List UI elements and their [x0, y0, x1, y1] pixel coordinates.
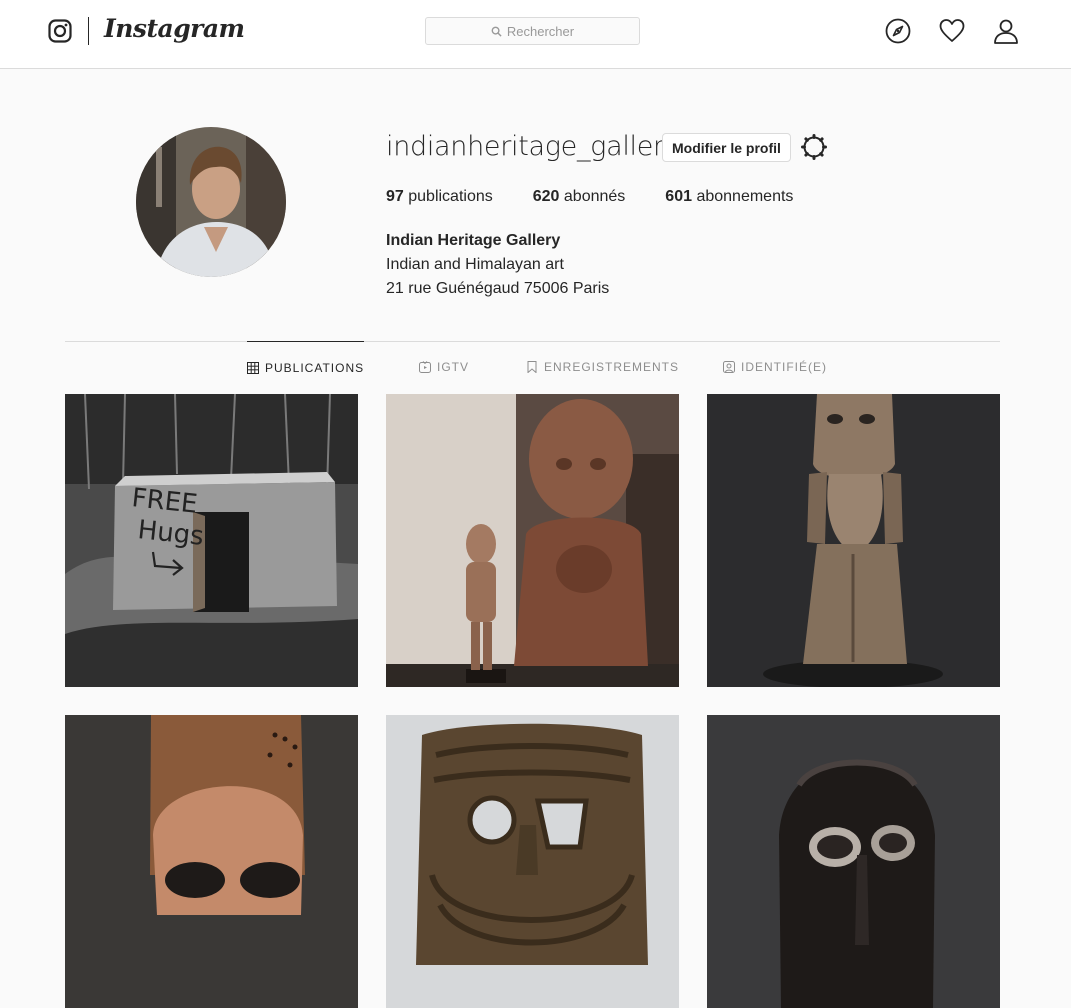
tab-saved[interactable]: ENREGISTREMENTS — [526, 341, 679, 393]
followers-link[interactable]: 620 abonnés — [533, 188, 626, 206]
profile-bio: Indian Heritage Gallery Indian and Himal… — [386, 229, 609, 301]
search-input[interactable]: Rechercher — [425, 17, 640, 45]
following-label: abonnements — [696, 188, 794, 205]
search-icon — [491, 26, 502, 37]
tab-label: PUBLICATIONS — [265, 360, 365, 375]
grid-icon — [247, 361, 259, 374]
bio-address: 21 rue Guénégaud 75006 Paris — [386, 280, 610, 297]
tab-igtv[interactable]: IGTV — [419, 341, 469, 393]
instagram-wordmark[interactable]: Instagram — [104, 14, 245, 43]
profile-stats: 97 publications 620 abonnés 601 abonneme… — [386, 188, 833, 206]
tab-label: IDENTIFIÉ(E) — [741, 360, 827, 374]
tab-publications[interactable]: PUBLICATIONS — [247, 341, 365, 393]
gear-icon[interactable] — [801, 134, 827, 160]
post-thumbnail[interactable] — [386, 394, 679, 687]
following-link[interactable]: 601 abonnements — [665, 188, 793, 206]
posts-label: publications — [408, 188, 493, 205]
post-thumbnail[interactable] — [707, 715, 1000, 1008]
tv-icon — [419, 361, 431, 373]
edit-profile-button[interactable]: Modifier le profil — [662, 133, 791, 162]
tab-tagged[interactable]: IDENTIFIÉ(E) — [723, 341, 827, 393]
post-thumbnail[interactable]: FREE Hugs — [65, 394, 358, 687]
search-placeholder: Rechercher — [506, 23, 575, 39]
posts-number: 97 — [386, 188, 404, 205]
tab-label: IGTV — [437, 360, 470, 374]
bookmark-icon — [527, 361, 537, 373]
profile-username: indianheritage_gallery — [386, 131, 680, 162]
tab-label: ENREGISTREMENTS — [544, 360, 680, 374]
following-number: 601 — [665, 188, 692, 205]
posts-count: 97 publications — [386, 188, 493, 206]
followers-number: 620 — [532, 188, 560, 205]
post-thumbnail[interactable] — [707, 394, 1000, 687]
bio-line: Indian and Himalayan art — [386, 256, 564, 273]
post-thumbnail[interactable] — [65, 715, 358, 1008]
post-thumbnail[interactable] — [386, 715, 679, 1008]
logo-divider — [88, 17, 89, 45]
heart-icon[interactable] — [939, 18, 965, 44]
followers-label: abonnés — [563, 188, 626, 205]
tagged-icon — [723, 361, 735, 373]
profile-avatar[interactable] — [136, 127, 286, 277]
compass-icon[interactable] — [885, 18, 911, 44]
instagram-camera-icon[interactable] — [48, 19, 72, 43]
top-navigation-bar: Instagram Rechercher — [0, 0, 1071, 69]
user-icon[interactable] — [993, 18, 1019, 44]
bio-full-name: Indian Heritage Gallery — [386, 232, 561, 249]
